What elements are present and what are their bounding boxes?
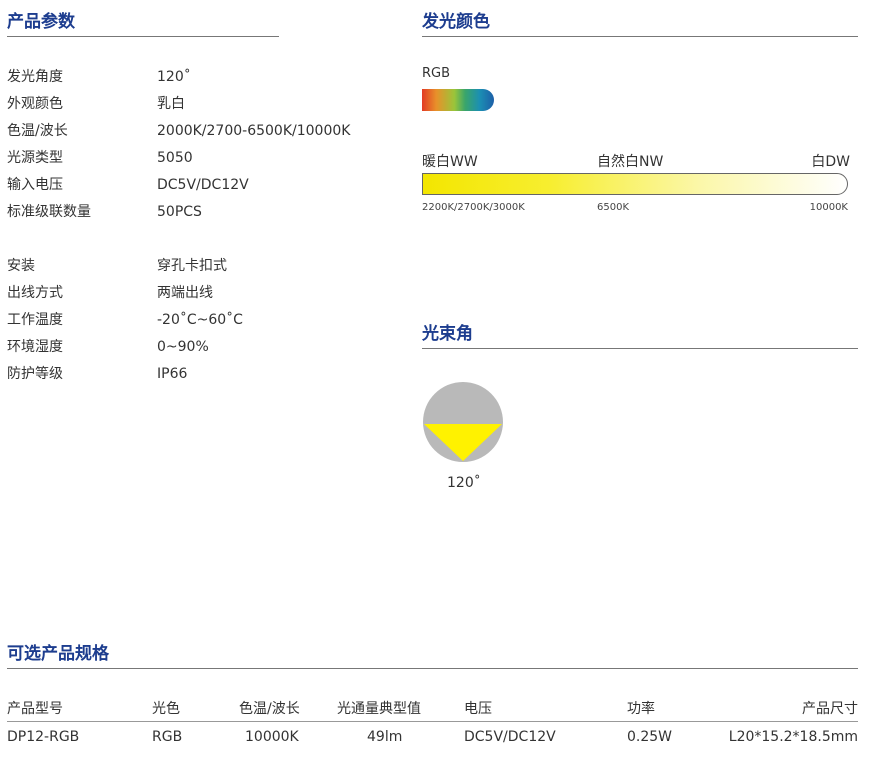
specs-rule bbox=[7, 668, 858, 669]
beam-title: 光束角 bbox=[422, 324, 473, 344]
specs-header-row: 产品型号 光色 色温/波长 光通量典型值 电压 功率 产品尺寸 bbox=[7, 697, 858, 721]
param-key: 安装 bbox=[7, 258, 35, 274]
param-key: 输入电压 bbox=[7, 177, 63, 193]
nw-temp: 6500K bbox=[597, 202, 630, 213]
param-row: 防护等级 IP66 bbox=[7, 361, 387, 388]
param-value: 2000K/2700-6500K/10000K bbox=[157, 123, 351, 139]
header-cell: 光色 bbox=[152, 701, 180, 717]
cell: DC5V/DC12V bbox=[464, 729, 556, 745]
dw-label: 白DW bbox=[811, 154, 850, 170]
param-value: 0~90% bbox=[157, 339, 209, 355]
specs-table: 产品型号 光色 色温/波长 光通量典型值 电压 功率 产品尺寸 DP12-RGB… bbox=[7, 697, 858, 749]
param-row: 发光角度 120˚ bbox=[7, 64, 387, 91]
header-cell: 色温/波长 bbox=[239, 701, 300, 717]
param-row: 环境湿度 0~90% bbox=[7, 334, 387, 361]
beam-angle-diagram bbox=[423, 382, 503, 462]
param-key: 色温/波长 bbox=[7, 123, 68, 139]
param-value: 穿孔卡扣式 bbox=[157, 258, 227, 274]
header-cell: 光通量典型值 bbox=[337, 701, 421, 717]
param-value: 5050 bbox=[157, 150, 193, 166]
param-row: 安装 穿孔卡扣式 bbox=[7, 253, 387, 280]
param-row: 外观颜色 乳白 bbox=[7, 91, 387, 118]
ww-label: 暖白WW bbox=[422, 154, 478, 170]
param-key: 出线方式 bbox=[7, 285, 63, 301]
params-rule bbox=[7, 36, 279, 37]
cell: 0.25W bbox=[627, 729, 673, 745]
ww-temp: 2200K/2700K/3000K bbox=[422, 202, 525, 213]
cell: 49lm bbox=[367, 729, 403, 745]
param-value: IP66 bbox=[157, 366, 188, 382]
color-title: 发光颜色 bbox=[422, 12, 490, 32]
color-rule bbox=[422, 36, 858, 37]
specs-title: 可选产品规格 bbox=[7, 644, 109, 664]
header-cell: 产品尺寸 bbox=[802, 701, 858, 717]
rgb-label: RGB bbox=[422, 66, 451, 81]
beam-angle-label: 120˚ bbox=[447, 475, 481, 491]
param-value: 两端出线 bbox=[157, 285, 213, 301]
param-row: 工作温度 -20˚C~60˚C bbox=[7, 307, 387, 334]
param-value: 120˚ bbox=[157, 69, 191, 85]
param-key: 外观颜色 bbox=[7, 96, 63, 112]
cell: RGB bbox=[152, 729, 183, 745]
param-row: 标准级联数量 50PCS bbox=[7, 199, 387, 226]
header-cell: 产品型号 bbox=[7, 701, 63, 717]
param-value: -20˚C~60˚C bbox=[157, 312, 243, 328]
params-title: 产品参数 bbox=[7, 12, 75, 32]
param-row: 输入电压 DC5V/DC12V bbox=[7, 172, 387, 199]
white-temperature-gradient bbox=[422, 173, 848, 195]
param-row: 光源类型 5050 bbox=[7, 145, 387, 172]
param-key: 防护等级 bbox=[7, 366, 63, 382]
param-key: 工作温度 bbox=[7, 312, 63, 328]
cell: 10000K bbox=[245, 729, 299, 745]
param-key: 标准级联数量 bbox=[7, 204, 91, 220]
param-row: 出线方式 两端出线 bbox=[7, 280, 387, 307]
param-key: 发光角度 bbox=[7, 69, 63, 85]
dw-temp: 10000K bbox=[809, 202, 848, 213]
param-value: DC5V/DC12V bbox=[157, 177, 249, 193]
table-row: DP12-RGB RGB 10000K 49lm DC5V/DC12V 0.25… bbox=[7, 725, 858, 749]
beam-rule bbox=[422, 348, 858, 349]
param-key: 环境湿度 bbox=[7, 339, 63, 355]
param-row: 色温/波长 2000K/2700-6500K/10000K bbox=[7, 118, 387, 145]
params-list: 发光角度 120˚ 外观颜色 乳白 色温/波长 2000K/2700-6500K/10… bbox=[7, 64, 387, 388]
param-value: 乳白 bbox=[157, 96, 185, 112]
param-value: 50PCS bbox=[157, 204, 202, 220]
header-cell: 电压 bbox=[464, 701, 492, 717]
param-key: 光源类型 bbox=[7, 150, 63, 166]
specs-row-divider bbox=[7, 721, 858, 722]
cell: L20*15.2*18.5mm bbox=[728, 729, 858, 745]
nw-label: 自然白NW bbox=[597, 154, 664, 170]
param-spacer bbox=[7, 226, 387, 253]
rgb-gradient-swatch bbox=[422, 89, 494, 111]
header-cell: 功率 bbox=[627, 701, 655, 717]
cell: DP12-RGB bbox=[7, 729, 80, 745]
